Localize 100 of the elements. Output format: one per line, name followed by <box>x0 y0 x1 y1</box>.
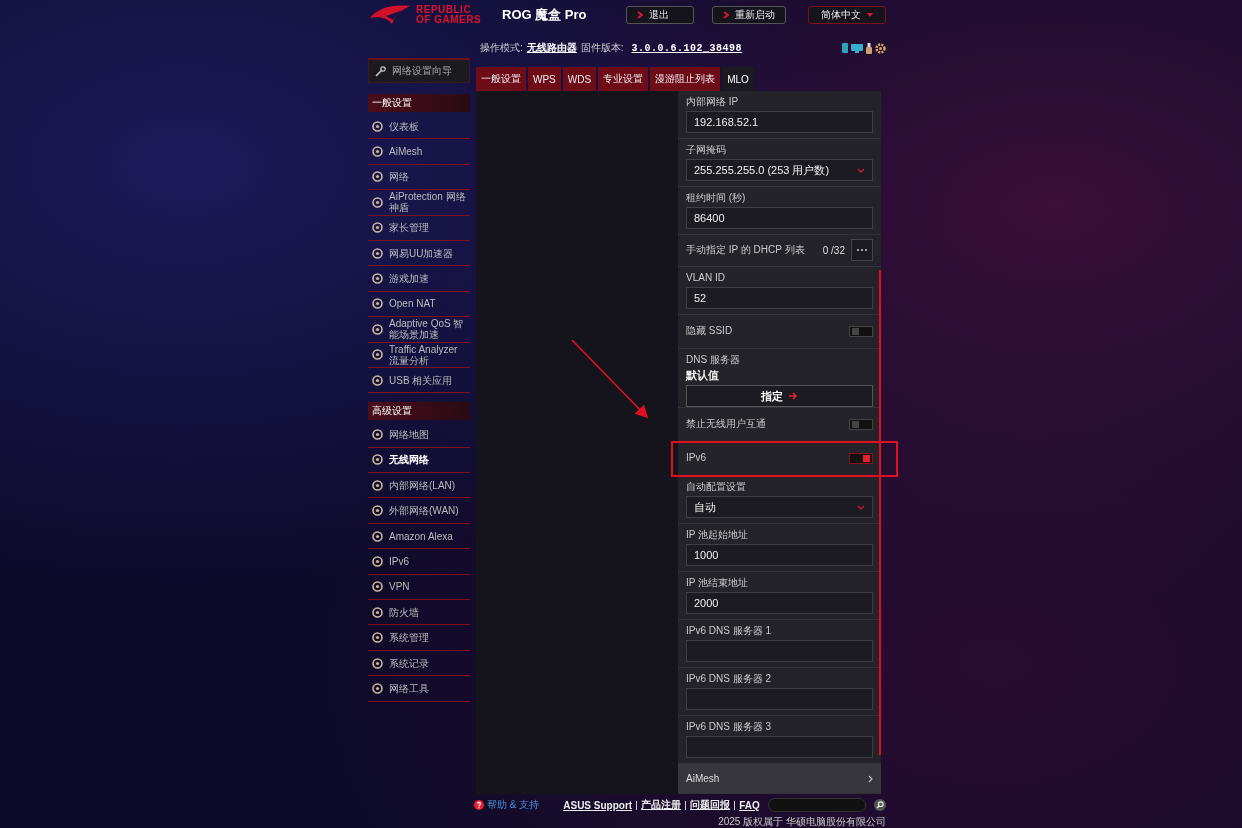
language-select[interactable]: 简体中文 <box>808 6 886 24</box>
footer-link[interactable]: ASUS Support <box>563 799 633 811</box>
menu-item-icon <box>372 222 383 234</box>
input-field[interactable]: 2000 <box>686 592 873 614</box>
product-title: ROG 魔盒 Pro <box>502 6 588 24</box>
sidebar-item[interactable]: IPv6 <box>368 549 470 575</box>
settings-icon[interactable] <box>875 42 886 54</box>
select-field[interactable]: 自动 <box>686 496 873 518</box>
menu-item-icon <box>372 146 383 158</box>
help-link[interactable]: 帮助 & 支持 <box>474 798 540 812</box>
sidebar-item[interactable]: AiMesh <box>368 139 470 165</box>
section-header: 一般设置 <box>368 94 470 112</box>
arrow-right-icon <box>789 392 798 400</box>
usb-icon[interactable] <box>866 42 872 54</box>
field-label: IP 池结束地址 <box>686 577 750 589</box>
input-field[interactable] <box>686 640 873 662</box>
caret-icon <box>867 13 873 17</box>
section-header: 高级设置 <box>368 402 470 421</box>
assign-button[interactable]: 指定 <box>686 385 873 407</box>
sidebar-item[interactable]: USB 相关应用 <box>368 367 470 394</box>
tab[interactable]: 一般设置 <box>476 67 526 91</box>
input-field[interactable] <box>686 736 873 758</box>
menu-item-icon <box>372 323 383 335</box>
setup-wizard-button[interactable]: 网络设置向导 <box>368 58 470 83</box>
monitor-icon[interactable] <box>851 43 863 53</box>
search-icon <box>876 801 884 809</box>
sidebar-item[interactable]: 系统记录 <box>368 650 470 677</box>
footer-link[interactable]: FAQ <box>739 799 760 811</box>
sidebar-item[interactable]: 系统管理 <box>368 625 470 651</box>
tab[interactable]: WPS <box>528 67 561 91</box>
footer-link[interactable]: 产品注册 <box>641 798 682 812</box>
brand-logo-text: REPUBLIC OF GAMERS <box>416 5 483 25</box>
sidebar-item[interactable]: VPN <box>368 574 470 601</box>
sidebar-item[interactable]: 外部网络(WAN) <box>368 498 470 524</box>
chevron-right-icon <box>868 774 873 783</box>
firmware-label: 固件版本: <box>580 41 624 55</box>
sidebar-item[interactable]: 防火墙 <box>368 600 470 626</box>
menu-item-icon <box>372 555 383 567</box>
menu-item-icon <box>372 632 383 644</box>
firmware-link[interactable]: 3.0.0.6.102_38498 <box>631 42 743 54</box>
sidebar-item[interactable]: Amazon Alexa <box>368 523 470 550</box>
menu-item-icon <box>372 247 383 259</box>
tab[interactable]: MLO <box>722 67 754 91</box>
menu-item-icon <box>372 196 383 208</box>
chevron-icon <box>637 11 643 19</box>
menu-item-icon <box>372 479 383 491</box>
list-count: 0 /32 <box>822 244 845 256</box>
tab[interactable]: WDS <box>562 67 597 91</box>
tab[interactable]: 专业设置 <box>598 67 649 91</box>
input-field[interactable]: 1000 <box>686 544 873 566</box>
menu-item-icon <box>372 273 383 285</box>
field-label: 禁止无线用户互通 <box>686 418 767 430</box>
more-button[interactable] <box>851 239 873 261</box>
menu-item-icon <box>372 581 383 593</box>
mode-link[interactable]: 无线路由器 <box>526 41 577 55</box>
sidebar-item[interactable]: 网络工具 <box>368 676 470 702</box>
sidebar-item[interactable]: AiProtection 网络神盾 <box>368 190 470 216</box>
toggle-switch[interactable] <box>849 418 873 430</box>
chevron-icon <box>723 11 729 19</box>
chevron-down-icon <box>857 167 865 173</box>
field-label: IPv6 DNS 服务器 2 <box>686 673 773 685</box>
toggle-switch[interactable] <box>849 452 873 464</box>
toggle-switch[interactable] <box>849 325 873 337</box>
field-label: IPv6 <box>686 452 707 464</box>
phone-icon[interactable] <box>842 43 848 53</box>
select-field[interactable]: 255.255.255.0 (253 用户数) <box>686 159 873 181</box>
sidebar-item[interactable]: 游戏加速 <box>368 266 470 292</box>
tab[interactable]: 漫游阻止列表 <box>650 67 721 91</box>
header-button[interactable]: 退出 <box>626 6 694 24</box>
menu-item-icon <box>372 120 383 132</box>
field-label: IPv6 DNS 服务器 1 <box>686 625 773 637</box>
footer-link[interactable]: 问题回报 <box>690 798 731 812</box>
menu-item-icon <box>372 606 383 618</box>
sidebar-item[interactable]: Traffic Analyzer 流量分析 <box>368 342 470 368</box>
search-button[interactable] <box>874 799 886 811</box>
field-label: 内部网络 IP <box>686 96 740 108</box>
field-label: DNS 服务器 <box>686 354 741 366</box>
chevron-down-icon <box>857 504 865 510</box>
sidebar-item[interactable]: 家长管理 <box>368 215 470 241</box>
search-field[interactable] <box>768 798 866 812</box>
sidebar-item[interactable]: 内部网络(LAN) <box>368 473 470 499</box>
sidebar-item[interactable]: 无线网络 <box>368 447 470 474</box>
field-label: IPv6 DNS 服务器 3 <box>686 721 773 733</box>
input-field[interactable]: 192.168.52.1 <box>686 111 873 133</box>
field-label: 租约时间 (秒) <box>686 192 747 204</box>
menu-item-icon <box>372 657 383 669</box>
input-field[interactable] <box>686 688 873 710</box>
input-field[interactable]: 52 <box>686 287 873 309</box>
sidebar-item[interactable]: 仪表板 <box>368 114 470 140</box>
menu-item-icon <box>372 171 383 183</box>
sidebar-item[interactable]: 网络 <box>368 164 470 191</box>
sidebar-item[interactable]: Open NAT <box>368 291 470 318</box>
menu-item-icon <box>372 505 383 517</box>
sidebar-item[interactable]: Adaptive QoS 智能场景加速 <box>368 317 470 343</box>
header-button[interactable]: 重新启动 <box>712 6 786 24</box>
menu-item-icon <box>372 429 383 440</box>
aimesh-link[interactable]: AiMesh <box>678 764 881 794</box>
input-field[interactable]: 86400 <box>686 207 873 229</box>
sidebar-item[interactable]: 网络地图 <box>368 422 470 448</box>
sidebar-item[interactable]: 网易UU加速器 <box>368 240 470 267</box>
